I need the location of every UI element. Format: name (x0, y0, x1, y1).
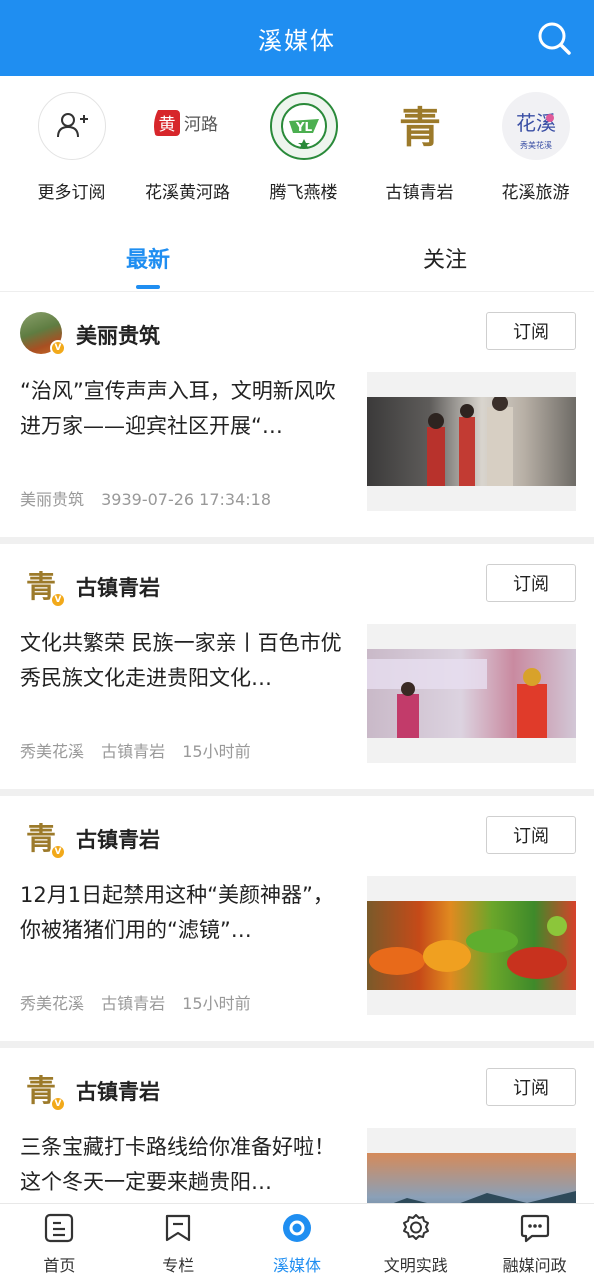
tab-follow[interactable]: 关注 (423, 242, 467, 274)
headline[interactable]: “治风”宣传声声入耳，文明新风吹进万家——迎宾社区开展“… (20, 374, 350, 444)
channel-label: 更多订阅 (37, 183, 106, 203)
gear-icon (400, 1212, 432, 1244)
subscribe-button[interactable]: 订阅 (486, 816, 576, 854)
tengfei-yanlou-logo: YL (269, 92, 338, 160)
meta-source: 秀美花溪 (20, 994, 85, 1013)
thumbnail[interactable] (367, 876, 576, 1015)
meta-time: 15小时前 (182, 994, 251, 1013)
card-meta: 秀美花溪 古镇青岩 15小时前 (20, 738, 263, 762)
verified-badge-icon: V (50, 592, 66, 608)
nav-xi-media[interactable]: 溪媒体 (238, 1204, 357, 1280)
thumbnail-image (367, 901, 576, 990)
card-divider (0, 1041, 594, 1048)
thumbnail[interactable] (367, 372, 576, 511)
thumbnail[interactable] (367, 624, 576, 763)
news-card[interactable]: 青 V 古镇青岩 订阅 12月1日起禁用这种“美颜神器”，你被猪猪们用的“滤镜”… (0, 796, 594, 1041)
verified-badge-icon: V (50, 844, 66, 860)
huanghelu-logo: 黄 河路 (153, 92, 222, 160)
top-app-bar: 溪媒体 (0, 0, 594, 76)
source-name[interactable]: 古镇青岩 (76, 824, 160, 854)
card-divider (0, 537, 594, 544)
search-icon[interactable] (536, 20, 572, 56)
news-card[interactable]: 青 V 古镇青岩 订阅 文化共繁荣 民族一家亲丨百色市优秀民族文化走进贵阳文化…… (0, 544, 594, 789)
nav-label: 文明实践 (383, 1256, 448, 1275)
channel-more-subscriptions[interactable]: 更多订阅 (15, 92, 128, 212)
tab-latest[interactable]: 最新 (126, 242, 170, 274)
headline[interactable]: 三条宝藏打卡路线给你准备好啦！这个冬天一定要来趟贵阳… (20, 1130, 350, 1200)
svg-text:YL: YL (294, 120, 312, 134)
channel-label: 腾飞燕楼 (269, 183, 338, 203)
avatar[interactable]: V (20, 312, 66, 356)
bookmark-icon (162, 1212, 194, 1244)
meta-source: 美丽贵筑 (20, 490, 85, 509)
headline[interactable]: 文化共繁荣 民族一家亲丨百色市优秀民族文化走进贵阳文化… (20, 626, 350, 696)
meta-channel: 古镇青岩 (101, 994, 166, 1013)
nav-label: 融媒问政 (502, 1256, 567, 1275)
chat-icon (519, 1212, 551, 1244)
meta-source: 秀美花溪 (20, 742, 85, 761)
avatar[interactable]: 青 V (20, 816, 66, 860)
huaxi-tourism-logo: 花溪 秀美花溪 (501, 92, 570, 160)
channel-tengfei-yanlou[interactable]: YL 腾飞燕楼 (247, 92, 360, 212)
active-tab-indicator (136, 285, 160, 289)
bottom-navigation: 首页 专栏 溪媒体 文明实践 融媒问政 (0, 1203, 594, 1280)
nav-label: 首页 (43, 1256, 76, 1275)
subscribe-button[interactable]: 订阅 (486, 1068, 576, 1106)
channel-label: 花溪黄河路 (145, 183, 230, 203)
channel-label: 古镇青岩 (385, 183, 454, 203)
page-title: 溪媒体 (258, 26, 336, 55)
meta-time: 15小时前 (182, 742, 251, 761)
card-divider (0, 789, 594, 796)
media-icon (281, 1212, 313, 1244)
svg-text:河路: 河路 (184, 115, 218, 135)
avatar[interactable]: 青 V (20, 1068, 66, 1112)
channel-guzhen-qingyan[interactable]: 青 古镇青岩 (363, 92, 476, 212)
nav-label: 专栏 (162, 1256, 195, 1275)
source-name[interactable]: 美丽贵筑 (76, 320, 160, 350)
nav-label: 溪媒体 (272, 1256, 321, 1275)
news-feed: V 美丽贵筑 订阅 “治风”宣传声声入耳，文明新风吹进万家——迎宾社区开展“… … (0, 292, 594, 1280)
avatar[interactable]: 青 V (20, 564, 66, 608)
thumbnail-image (367, 395, 576, 486)
verified-badge-icon: V (50, 340, 66, 356)
nav-home[interactable]: 首页 (0, 1204, 119, 1280)
meta-channel: 古镇青岩 (101, 742, 166, 761)
news-card[interactable]: V 美丽贵筑 订阅 “治风”宣传声声入耳，文明新风吹进万家——迎宾社区开展“… … (0, 292, 594, 537)
card-meta: 美丽贵筑 3939-07-26 17:34:18 (20, 486, 283, 510)
subscribe-button[interactable]: 订阅 (486, 564, 576, 602)
source-name[interactable]: 古镇青岩 (76, 572, 160, 602)
channel-huaxi-tourism[interactable]: 花溪 秀美花溪 花溪旅游 (479, 92, 592, 212)
svg-text:秀美花溪: 秀美花溪 (520, 140, 552, 150)
card-meta: 秀美花溪 古镇青岩 15小时前 (20, 990, 263, 1014)
nav-media-inquiry[interactable]: 融媒问政 (475, 1204, 594, 1280)
nav-civilization-practice[interactable]: 文明实践 (356, 1204, 475, 1280)
add-user-icon (37, 92, 106, 160)
thumbnail-image (367, 649, 576, 738)
svg-text:黄: 黄 (158, 115, 175, 135)
verified-badge-icon: V (50, 1096, 66, 1112)
channel-huaxi-huanghelu[interactable]: 黄 河路 花溪黄河路 (131, 92, 244, 212)
feed-tabs: 最新 关注 (0, 232, 594, 292)
qingyan-logo: 青 (385, 92, 454, 160)
source-name[interactable]: 古镇青岩 (76, 1076, 160, 1106)
meta-time: 3939-07-26 17:34:18 (101, 490, 272, 509)
svg-text:青: 青 (398, 103, 440, 152)
headline[interactable]: 12月1日起禁用这种“美颜神器”，你被猪猪们用的“滤镜”… (20, 878, 350, 948)
home-icon (43, 1212, 75, 1244)
nav-columns[interactable]: 专栏 (119, 1204, 238, 1280)
subscription-channels: 更多订阅 黄 河路 花溪黄河路 YL 腾飞燕楼 青 古镇青岩 花溪 秀美花溪 花… (0, 92, 594, 212)
subscribe-button[interactable]: 订阅 (486, 312, 576, 350)
channel-label: 花溪旅游 (501, 183, 570, 203)
